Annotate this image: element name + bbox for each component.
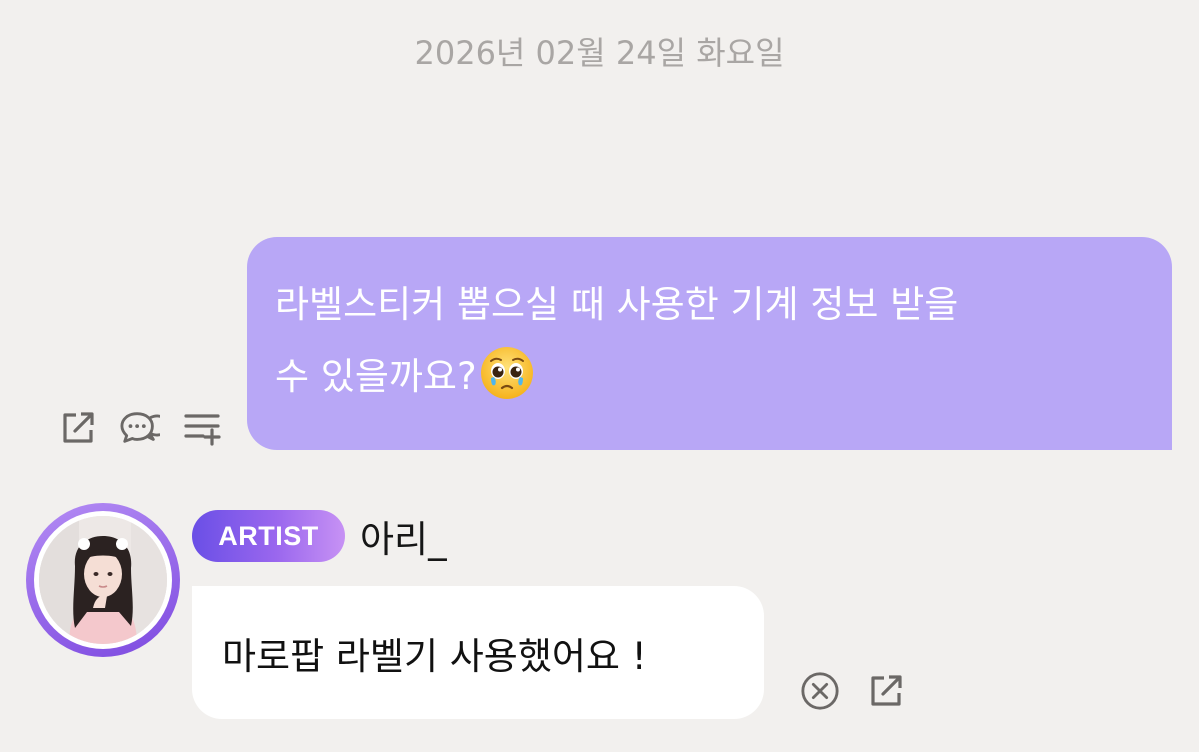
received-message-actions	[800, 670, 906, 712]
share-icon[interactable]	[58, 408, 98, 448]
avatar	[39, 516, 167, 644]
received-message-bubble[interactable]: 마로팝 라벨기 사용했어요 !	[192, 586, 764, 719]
comment-icon[interactable]	[120, 408, 160, 448]
artist-avatar-ring[interactable]	[26, 503, 180, 657]
sent-message-actions	[58, 408, 222, 448]
received-message-text: 마로팝 라벨기 사용했어요 !	[222, 634, 647, 678]
add-to-list-icon[interactable]	[182, 408, 222, 448]
sent-message-line2: 수 있을까요?	[275, 355, 477, 398]
sent-message-bubble[interactable]: 라벨스티커 뽑으실 때 사용한 기계 정보 받을 수 있을까요?	[247, 237, 1172, 450]
artist-name[interactable]: 아리_	[360, 510, 447, 562]
artist-badge: ARTIST	[192, 510, 345, 562]
pleading-face-emoji-icon	[480, 347, 533, 399]
share-icon[interactable]	[866, 671, 906, 711]
sent-message-line1: 라벨스티커 뽑으실 때 사용한 기계 정보 받을	[275, 283, 959, 326]
close-circle-icon[interactable]	[800, 671, 840, 711]
date-header: 2026년 02월 24일 화요일	[414, 34, 785, 72]
